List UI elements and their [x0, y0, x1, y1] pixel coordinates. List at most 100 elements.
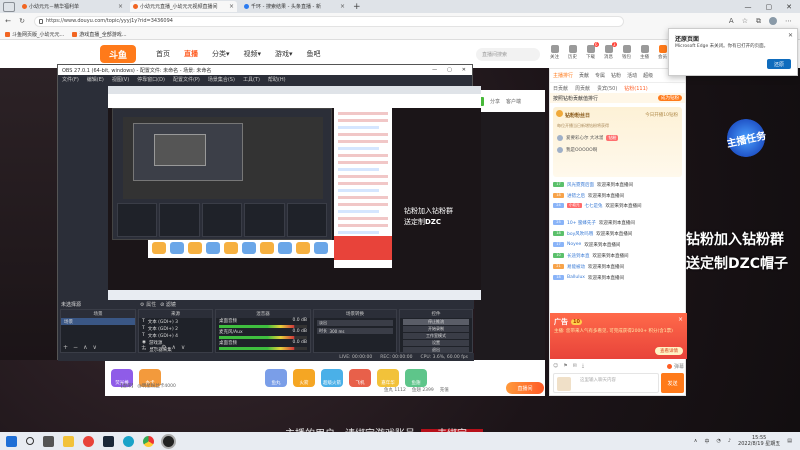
obs-menu-scenecollection[interactable]: 场景集合(S): [208, 76, 235, 83]
gift-item[interactable]: 超级火箭: [321, 369, 343, 387]
volume-meter[interactable]: [219, 325, 307, 328]
wallet-button[interactable]: 钱包: [622, 45, 631, 60]
maximize-button[interactable]: ▢: [766, 3, 773, 11]
chrome-icon[interactable]: [143, 435, 154, 447]
ad-close-icon[interactable]: ×: [678, 316, 683, 323]
obs-menu-profile[interactable]: 配置文件(P): [173, 76, 200, 83]
chat-input[interactable]: 这里输入聊天内容: [553, 373, 659, 393]
source-item[interactable]: T 文本 (GDI+) 4: [139, 332, 212, 339]
browser-tab-2[interactable]: 小幼元元直播_小幼元元视频直播间 ×: [130, 1, 237, 12]
up-icon[interactable]: ∧: [171, 344, 175, 351]
recharge-link[interactable]: 充值: [440, 387, 449, 393]
studio-mode-button[interactable]: 工作室模式: [403, 333, 469, 339]
chat-username[interactable]: Ballulux: [567, 275, 585, 280]
network-icon[interactable]: ◔: [716, 438, 720, 444]
chat-header-item[interactable]: 贡献: [579, 72, 589, 79]
workspaces-icon[interactable]: [3, 1, 15, 12]
gift-item[interactable]: 嘉年华: [377, 369, 399, 387]
bookmark-item[interactable]: 游戏直播_全部游戏...: [72, 31, 127, 38]
add-icon[interactable]: +: [63, 344, 68, 351]
become-fan-button[interactable]: 成为钻粉: [658, 95, 682, 101]
nav-game[interactable]: 游戏▾: [275, 49, 293, 59]
tab-close-icon[interactable]: ×: [118, 3, 123, 10]
huya-icon[interactable]: [83, 435, 94, 447]
obs-close-button[interactable]: ✕: [462, 67, 466, 73]
chat-username[interactable]: 10+ 蜜蜂先子: [567, 220, 596, 226]
chat-header-item[interactable]: 专属: [595, 72, 605, 79]
client-button[interactable]: 客户端: [506, 98, 521, 105]
streamer-button[interactable]: 主播: [640, 45, 649, 60]
fans-card-text[interactable]: 【虚荣】 @明星粉丝卡4000: [118, 383, 176, 389]
bullet-toggle[interactable]: 弹幕: [666, 363, 684, 370]
gift-item[interactable]: 鱼丸: [265, 369, 287, 387]
chat-username[interactable]: Noyee: [567, 242, 581, 247]
new-tab-button[interactable]: +: [353, 2, 361, 12]
send-button[interactable]: 发送: [661, 373, 684, 393]
nav-home[interactable]: 首页: [156, 49, 170, 59]
ad-banner[interactable]: 广告 10 × 主播: 您带来人气有多看见, 可完成获得2000+ 积分(含1票)…: [550, 313, 687, 359]
down-icon[interactable]: ∨: [181, 344, 185, 351]
settings-button[interactable]: 设置: [403, 340, 469, 346]
volume-meter[interactable]: [219, 347, 307, 350]
transition-select[interactable]: 淡出: [317, 320, 393, 326]
douyu-search-input[interactable]: 直播间搜索: [476, 48, 540, 61]
file-explorer-icon[interactable]: [63, 435, 74, 447]
notification-icon[interactable]: ▤: [787, 438, 792, 444]
flag-icon[interactable]: ⚑: [563, 363, 567, 369]
filters-button[interactable]: ⊘ 滤镜: [160, 301, 176, 308]
rank-tab-fans[interactable]: 钻粉(111): [624, 85, 647, 92]
gift-go-button[interactable]: 直播间: [506, 382, 544, 394]
nav-category[interactable]: 分类▾: [212, 49, 230, 59]
history-button[interactable]: 历史: [568, 45, 577, 60]
nav-yuba[interactable]: 鱼吧: [307, 49, 321, 59]
source-item[interactable]: T 文本 (GDI+) 3: [139, 318, 212, 325]
download-icon[interactable]: ⤓: [582, 363, 584, 369]
obs-minimize-button[interactable]: —: [432, 67, 437, 73]
obs-menu-view[interactable]: 视图(V): [112, 76, 129, 83]
chat-username[interactable]: 长途到本直: [567, 253, 590, 259]
chat-header-right[interactable]: 超级: [643, 72, 653, 79]
obs-menu-docks[interactable]: 停靠窗口(D): [137, 76, 165, 83]
start-icon[interactable]: [6, 435, 17, 447]
search-icon[interactable]: [26, 437, 34, 445]
remove-icon[interactable]: −: [151, 344, 156, 351]
close-window-button[interactable]: ✕: [786, 3, 792, 11]
obs-menu-help[interactable]: 帮助(H): [268, 76, 286, 83]
stop-streaming-button[interactable]: 停止推流: [403, 319, 469, 325]
gift-item[interactable]: 鱼翅: [405, 369, 427, 387]
scene-item[interactable]: 场景: [61, 318, 135, 325]
douyu-logo[interactable]: 斗鱼: [100, 45, 136, 63]
emoji-icon[interactable]: ☺: [553, 363, 558, 369]
nav-video[interactable]: 视频▾: [244, 49, 262, 59]
tray-chevron-icon[interactable]: ∧: [694, 438, 698, 444]
rank-tab-week[interactable]: 周贡献: [575, 85, 590, 92]
gift-item[interactable]: 飞机: [349, 369, 371, 387]
chat-header-item[interactable]: 活动: [627, 72, 637, 79]
share-button[interactable]: 分享: [490, 98, 500, 105]
start-recording-button[interactable]: 开始录制: [403, 326, 469, 332]
mail-icon[interactable]: ✉: [573, 363, 577, 369]
chat-username[interactable]: 七七是兔: [585, 203, 603, 209]
read-aloud-icon[interactable]: A: [729, 17, 734, 25]
input-language[interactable]: 中: [704, 438, 709, 445]
tab-close-icon[interactable]: ×: [229, 3, 234, 10]
refresh-icon[interactable]: ↻: [16, 17, 28, 25]
remove-icon[interactable]: −: [73, 344, 78, 351]
tab-close-icon[interactable]: ×: [340, 3, 345, 10]
down-icon[interactable]: ∨: [92, 344, 96, 351]
favorite-star-icon[interactable]: ☆: [742, 17, 748, 25]
bookmark-item[interactable]: 斗鱼网页版_小幼元元...: [5, 31, 64, 38]
profile-avatar[interactable]: [769, 17, 777, 25]
minimize-button[interactable]: —: [745, 3, 752, 11]
up-icon[interactable]: ∧: [83, 344, 87, 351]
obs-menu-edit[interactable]: 编辑(E): [87, 76, 104, 83]
collections-icon[interactable]: ⧉: [756, 17, 761, 26]
edge-icon[interactable]: [123, 435, 134, 447]
obs-maximize-button[interactable]: ▢: [447, 67, 452, 73]
gift-item[interactable]: 火箭: [293, 369, 315, 387]
chat-username[interactable]: 易能被动: [567, 264, 585, 270]
task-view-icon[interactable]: [43, 435, 54, 447]
vip-button[interactable]: 会员: [658, 45, 667, 60]
chat-username[interactable]: 风光霓霓后面: [567, 182, 594, 188]
obs-menu-tools[interactable]: 工具(T): [243, 76, 260, 83]
